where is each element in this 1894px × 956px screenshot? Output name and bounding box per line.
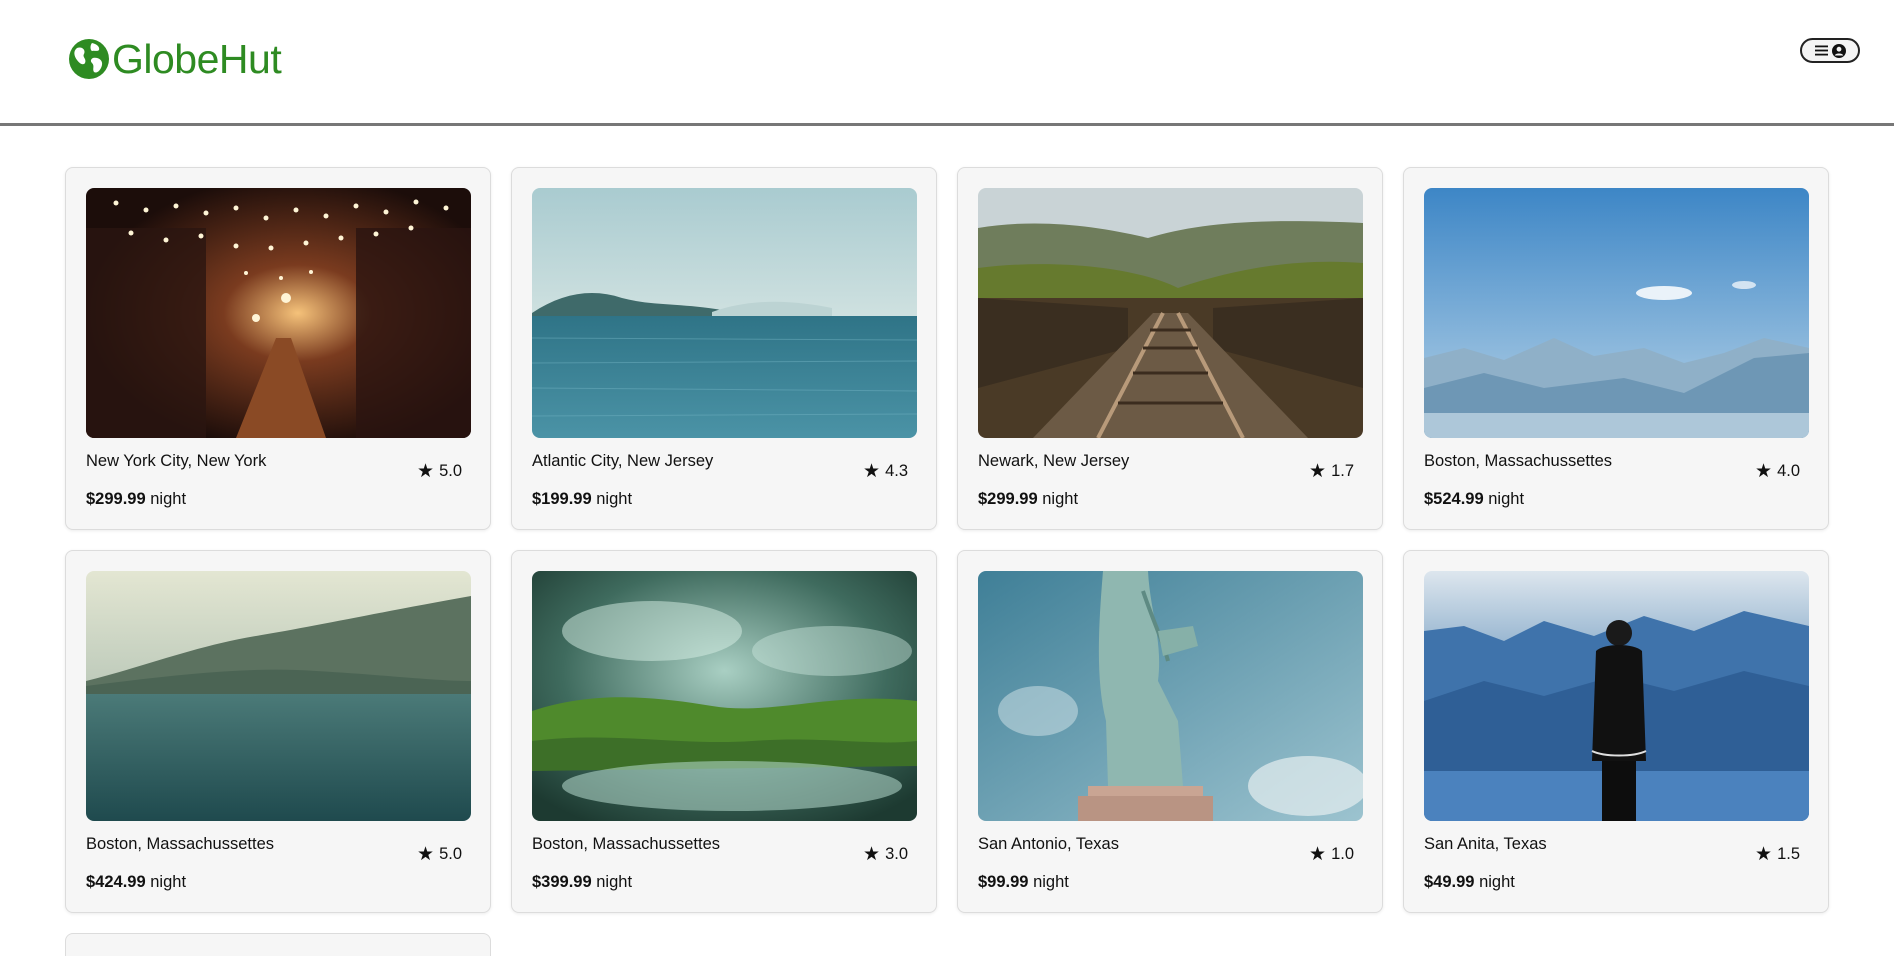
- price-unit: night: [150, 490, 187, 508]
- listing-rating: ★ 3.0: [863, 845, 908, 864]
- listing-price: $99.99 night: [978, 873, 1069, 892]
- listing-card[interactable]: Atlantic City, New Jersey ★ 4.3 $199.99 …: [511, 167, 937, 530]
- listing-card[interactable]: San Anita, Texas ★ 1.5 $49.99 night: [1403, 550, 1829, 913]
- star-icon: ★: [1309, 843, 1327, 865]
- price-unit: night: [150, 873, 187, 891]
- listing-location: Atlantic City, New Jersey: [532, 452, 714, 470]
- rating-value: 1.0: [1331, 845, 1354, 863]
- listings-grid: New York City, New York ★ 5.0 $299.99 ni…: [65, 167, 1829, 956]
- price-unit: night: [1488, 490, 1525, 508]
- price-unit: night: [596, 873, 633, 891]
- listing-price: $299.99 night: [86, 490, 186, 509]
- listing-price: $199.99 night: [532, 490, 632, 509]
- listing-image[interactable]: [978, 571, 1363, 821]
- listing-card[interactable]: New York City, New York ★ 5.0 $299.99 ni…: [65, 167, 491, 530]
- listing-rating: ★ 1.5: [1755, 845, 1800, 864]
- listing-rating: ★ 5.0: [417, 462, 462, 481]
- listing-card-partial[interactable]: [65, 933, 491, 956]
- listing-image[interactable]: [532, 188, 917, 438]
- brand-logo[interactable]: GlobeHut: [68, 35, 282, 82]
- star-icon: ★: [863, 460, 881, 482]
- star-icon: ★: [1309, 460, 1327, 482]
- price-value: $524.99: [1424, 490, 1484, 508]
- menu-icon: [1814, 45, 1828, 56]
- listing-location: San Anita, Texas: [1424, 835, 1547, 853]
- price-value: $299.99: [86, 490, 146, 508]
- price-value: $399.99: [532, 873, 592, 891]
- listing-price: $49.99 night: [1424, 873, 1515, 892]
- listing-card[interactable]: San Antonio, Texas ★ 1.0 $99.99 night: [957, 550, 1383, 913]
- price-value: $299.99: [978, 490, 1038, 508]
- listing-image[interactable]: [86, 188, 471, 438]
- user-circle-icon: [1831, 43, 1846, 58]
- listing-rating: ★ 1.7: [1309, 462, 1354, 481]
- price-value: $199.99: [532, 490, 592, 508]
- globe-icon: [69, 39, 109, 79]
- star-icon: ★: [417, 460, 435, 482]
- listing-location: San Antonio, Texas: [978, 835, 1119, 853]
- listing-card[interactable]: Boston, Massachussettes ★ 5.0 $424.99 ni…: [65, 550, 491, 913]
- price-value: $424.99: [86, 873, 146, 891]
- brand-name: GlobeHut: [112, 35, 282, 82]
- listing-location: Boston, Massachussettes: [532, 835, 721, 853]
- listing-price: $424.99 night: [86, 873, 186, 892]
- listing-price: $399.99 night: [532, 873, 632, 892]
- top-header: GlobeHut: [0, 0, 1894, 126]
- rating-value: 1.5: [1777, 845, 1800, 863]
- rating-value: 4.0: [1777, 462, 1800, 480]
- price-unit: night: [596, 490, 633, 508]
- user-menu-button[interactable]: [1800, 38, 1860, 63]
- rating-value: 3.0: [885, 845, 908, 863]
- listing-image[interactable]: [1424, 571, 1809, 821]
- listing-rating: ★ 4.3: [863, 462, 908, 481]
- price-value: $49.99: [1424, 873, 1475, 891]
- listing-image[interactable]: [86, 571, 471, 821]
- price-unit: night: [1479, 873, 1515, 891]
- listing-rating: ★ 5.0: [417, 845, 462, 864]
- listing-price: $299.99 night: [978, 490, 1078, 509]
- listing-card[interactable]: Boston, Massachussettes ★ 4.0 $524.99 ni…: [1403, 167, 1829, 530]
- listing-price: $524.99 night: [1424, 490, 1524, 509]
- price-value: $99.99: [978, 873, 1029, 891]
- rating-value: 5.0: [439, 845, 462, 863]
- listing-location: Boston, Massachussettes: [86, 835, 275, 853]
- rating-value: 1.7: [1331, 462, 1354, 480]
- listing-location: New York City, New York: [86, 452, 267, 470]
- listing-image[interactable]: [532, 571, 917, 821]
- price-unit: night: [1033, 873, 1069, 891]
- star-icon: ★: [1755, 843, 1773, 865]
- star-icon: ★: [1755, 460, 1773, 482]
- price-unit: night: [1042, 490, 1079, 508]
- rating-value: 4.3: [885, 462, 908, 480]
- listing-image[interactable]: [978, 188, 1363, 438]
- listing-card[interactable]: Boston, Massachussettes ★ 3.0 $399.99 ni…: [511, 550, 937, 913]
- star-icon: ★: [417, 843, 435, 865]
- listing-rating: ★ 1.0: [1309, 845, 1354, 864]
- rating-value: 5.0: [439, 462, 462, 480]
- listing-location: Newark, New Jersey: [978, 452, 1130, 470]
- listing-card[interactable]: Newark, New Jersey ★ 1.7 $299.99 night: [957, 167, 1383, 530]
- listing-rating: ★ 4.0: [1755, 462, 1800, 481]
- star-icon: ★: [863, 843, 881, 865]
- listing-location: Boston, Massachussettes: [1424, 452, 1613, 470]
- listing-image[interactable]: [1424, 188, 1809, 438]
